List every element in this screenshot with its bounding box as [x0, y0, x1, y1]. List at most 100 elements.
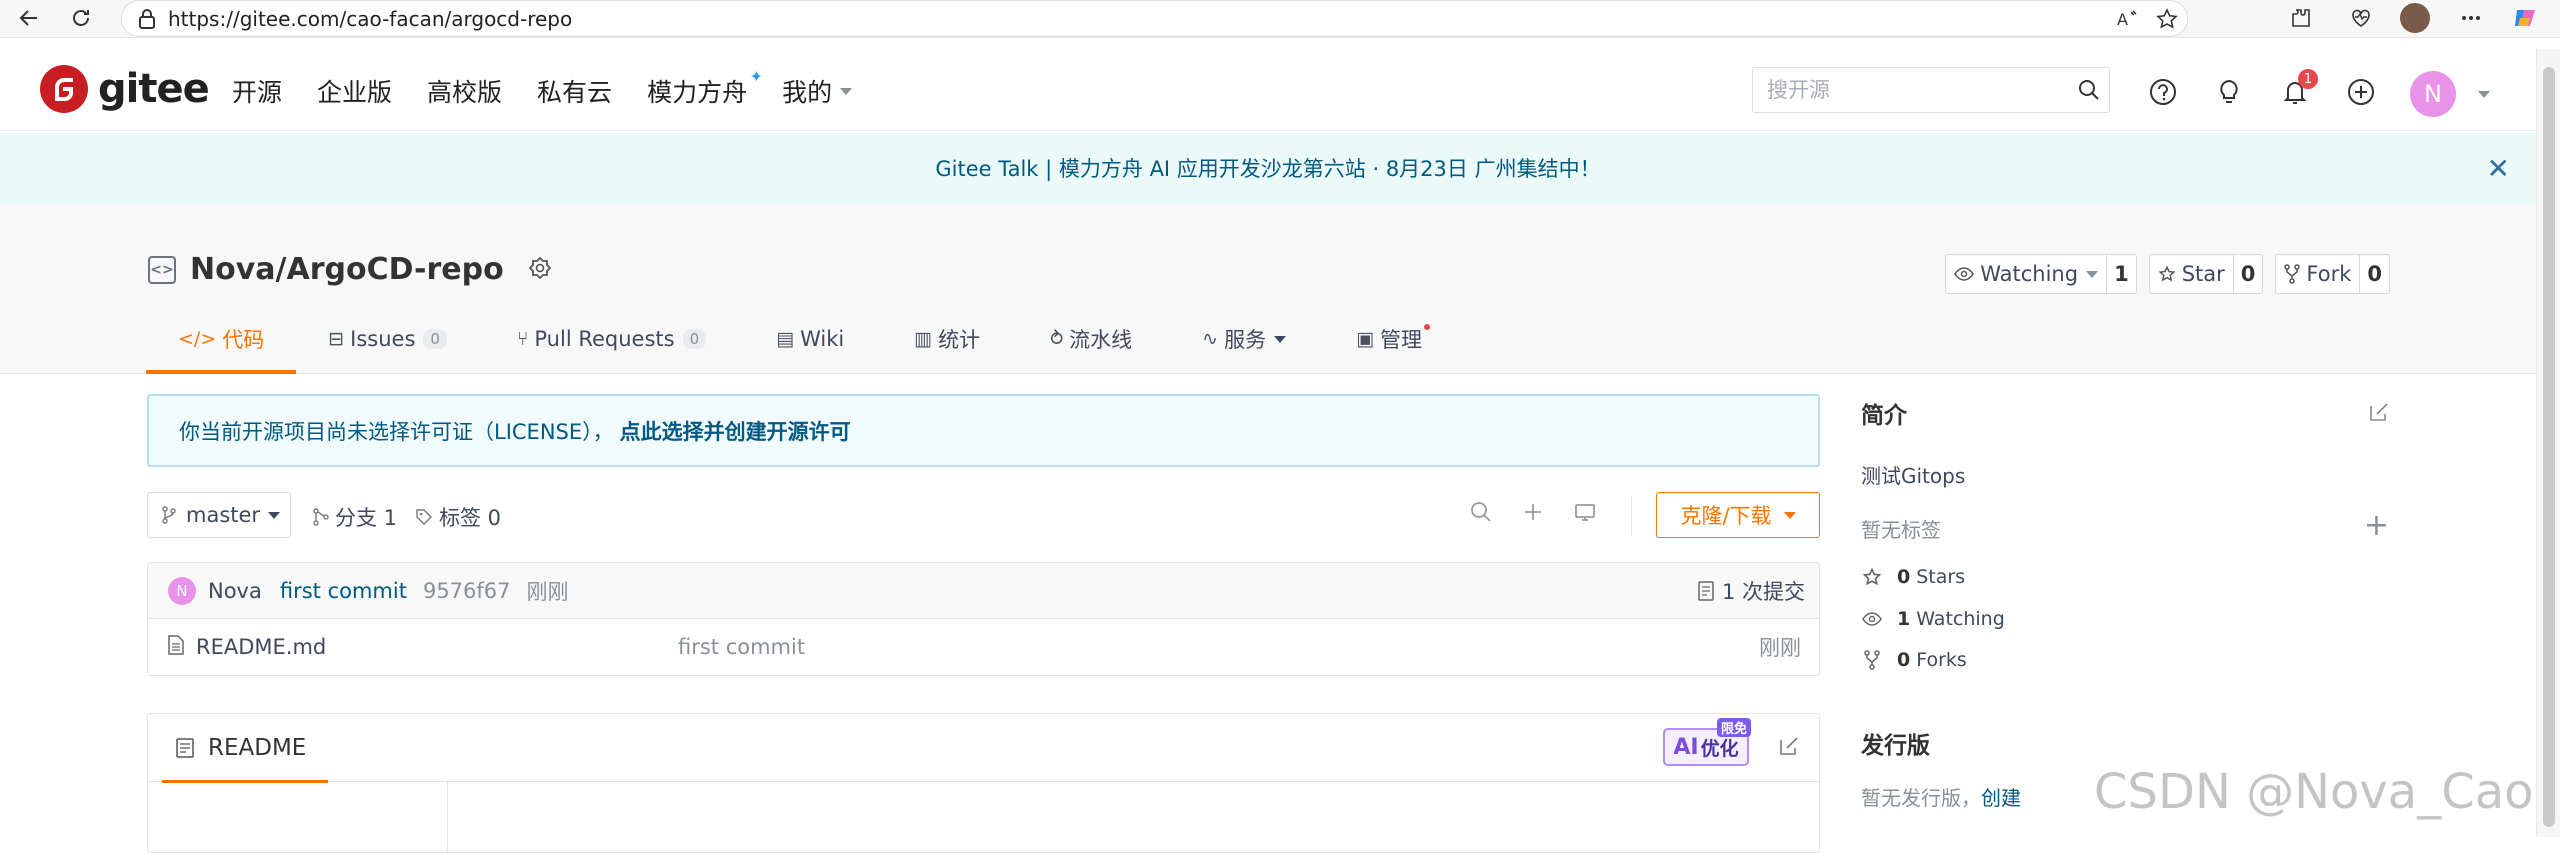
table-row[interactable]: README.md first commit 刚刚	[148, 619, 1819, 675]
scrollbar-thumb[interactable]	[2543, 67, 2555, 827]
commit-count: 1 次提交	[1721, 579, 1805, 604]
avatar-chevron-down-icon[interactable]	[2478, 91, 2490, 98]
branch-icon	[162, 506, 176, 524]
nav-mine[interactable]: 我的	[782, 73, 853, 109]
profile-photo-icon[interactable]	[2400, 3, 2430, 33]
favorite-star-icon[interactable]	[2152, 4, 2182, 34]
forks-label: Forks	[1916, 649, 1967, 671]
star-label: Star	[2181, 262, 2225, 286]
health-icon[interactable]	[2346, 3, 2376, 33]
tab-wiki[interactable]: ▤ Wiki	[776, 304, 874, 374]
fork-label: Fork	[2306, 262, 2352, 286]
announcement-text[interactable]: Gitee Talk | 模力方舟 AI 应用开发沙龙第六站 · 8月23日 广…	[935, 153, 1600, 183]
lightbulb-icon[interactable]	[2212, 75, 2246, 109]
tab-issues[interactable]: ⊟ Issues 0	[328, 304, 477, 374]
user-avatar[interactable]: N	[2410, 71, 2456, 117]
code-icon: </>	[178, 328, 217, 350]
gitee-logo[interactable]: gitee	[40, 65, 210, 113]
web-ide-monitor-icon[interactable]	[1573, 500, 1597, 528]
ai-optimize-button[interactable]: AI 优化 限免	[1663, 718, 1751, 766]
star-count[interactable]: 0	[2232, 255, 2263, 293]
copilot-icon[interactable]	[2510, 3, 2540, 33]
search-icon[interactable]	[2069, 79, 2109, 101]
nav-moli-fangzhou-label: 模力方舟	[647, 78, 748, 107]
tab-pipeline[interactable]: ⥁ 流水线	[1050, 304, 1162, 374]
tags-link[interactable]: 标签 0	[415, 502, 501, 532]
browser-toolbar: https://gitee.com/cao-facan/argocd-repo …	[0, 0, 2560, 38]
create-release-link[interactable]: 创建	[1981, 786, 2021, 810]
tab-manage[interactable]: ▣ 管理	[1356, 304, 1452, 374]
refresh-icon[interactable]	[66, 3, 96, 33]
watching-stat[interactable]: 1 Watching	[1861, 608, 2005, 630]
tab-stats[interactable]: ▥ 统计	[914, 304, 1010, 374]
fork-button[interactable]: Fork 0	[2275, 254, 2390, 294]
fork-count[interactable]: 0	[2359, 255, 2389, 293]
file-icon	[168, 635, 184, 660]
file-commit-message[interactable]: first commit	[678, 635, 805, 659]
tab-services[interactable]: ∿ 服务	[1202, 304, 1316, 374]
tab-code[interactable]: </> 代码	[146, 304, 297, 374]
commit-sha[interactable]: 9576f67	[423, 579, 511, 603]
no-tags-text: 暂无标签	[1861, 518, 1941, 542]
branches-link[interactable]: 分支 1	[313, 502, 397, 532]
commit-author[interactable]: Nova	[208, 579, 262, 603]
help-icon[interactable]	[2146, 75, 2180, 109]
notification-bell-icon[interactable]: 1	[2278, 69, 2318, 109]
branch-selector[interactable]: master	[147, 492, 291, 538]
add-tag-plus-icon[interactable]: +	[2364, 508, 2389, 543]
readme-tab[interactable]: README	[162, 714, 329, 783]
tab-code-label: 代码	[222, 328, 265, 352]
nav-education[interactable]: 高校版	[427, 73, 502, 109]
repo-name[interactable]: Nova/ArgoCD-repo	[190, 252, 504, 287]
nav-moli-fangzhou[interactable]: 模力方舟 ✦	[647, 67, 763, 109]
create-plus-icon[interactable]	[2344, 75, 2378, 109]
add-file-plus-icon[interactable]	[1521, 500, 1545, 528]
nav-enterprise[interactable]: 企业版	[317, 73, 392, 109]
more-icon[interactable]	[2456, 3, 2486, 33]
edit-intro-icon[interactable]	[2367, 400, 2391, 428]
commit-count-link[interactable]: 1 次提交	[1698, 576, 1805, 606]
extensions-icon[interactable]	[2286, 3, 2316, 33]
stars-stat[interactable]: 0 Stars	[1861, 566, 1965, 588]
commit-message[interactable]: first commit	[280, 579, 407, 603]
tab-pull-requests[interactable]: ⑂ Pull Requests 0	[517, 304, 736, 374]
search-file-icon[interactable]	[1469, 500, 1493, 528]
url-text[interactable]: https://gitee.com/cao-facan/argocd-repo	[168, 7, 572, 31]
address-bar[interactable]: https://gitee.com/cao-facan/argocd-repo …	[121, 0, 2188, 37]
releases-title: 发行版	[1861, 733, 1930, 759]
sparkle-icon: ✦	[749, 67, 764, 86]
gitee-logo-icon	[40, 65, 88, 113]
watching-count[interactable]: 1	[2106, 255, 2136, 293]
nav-open-source[interactable]: 开源	[232, 73, 282, 109]
stars-count: 0	[1897, 566, 1911, 588]
file-name[interactable]: README.md	[196, 635, 326, 659]
watching-button[interactable]: Watching 1	[1945, 254, 2137, 294]
close-icon[interactable]: ✕	[2487, 152, 2510, 185]
svg-text:A: A	[2117, 10, 2128, 29]
forks-stat[interactable]: 0 Forks	[1861, 649, 1967, 671]
tag-icon	[415, 508, 433, 526]
star-button[interactable]: Star 0	[2148, 254, 2264, 294]
commit-author-avatar[interactable]: N	[168, 576, 196, 605]
read-aloud-icon[interactable]: A	[2112, 4, 2142, 34]
nav-private-cloud[interactable]: 私有云	[537, 73, 612, 109]
notification-badge: 1	[2298, 69, 2318, 89]
code-repo-icon: <>	[148, 255, 176, 284]
branches-icon	[313, 508, 329, 526]
repo-title: <> Nova/ArgoCD-repo	[148, 252, 554, 287]
fork-icon	[1861, 650, 1883, 670]
tab-manage-label: 管理	[1380, 328, 1423, 352]
page-scrollbar[interactable]	[2536, 49, 2560, 837]
optimize-label: 优化	[1700, 737, 1739, 760]
manage-document-icon: ▣	[1356, 328, 1375, 350]
clone-download-button[interactable]: 克隆/下载	[1656, 492, 1820, 538]
search-input[interactable]	[1767, 78, 2069, 102]
latest-commit-row: N Nova first commit 9576f67 刚刚 1 次提交	[148, 563, 1819, 619]
back-icon[interactable]	[14, 3, 44, 33]
chevron-down-icon	[1274, 335, 1287, 343]
create-license-link[interactable]: 点此选择并创建开源许可	[620, 416, 851, 446]
edit-readme-icon[interactable]	[1777, 734, 1801, 762]
tab-wiki-label: Wiki	[800, 327, 845, 351]
award-badge-icon[interactable]	[526, 256, 554, 284]
fork-icon	[2284, 264, 2301, 284]
